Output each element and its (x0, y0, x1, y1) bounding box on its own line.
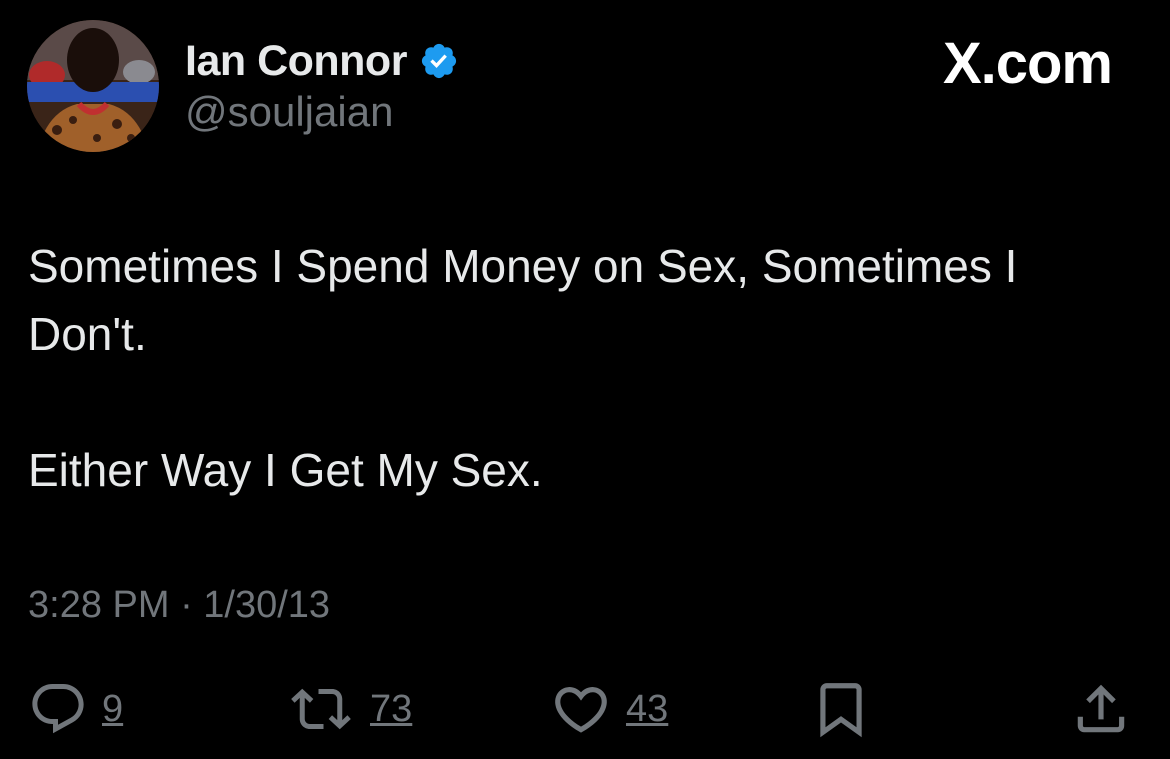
display-name[interactable]: Ian Connor (185, 37, 407, 86)
avatar[interactable] (27, 20, 159, 152)
bookmark-button[interactable] (810, 676, 872, 742)
repost-button[interactable]: 73 (286, 676, 412, 742)
like-icon (555, 687, 607, 733)
reply-button[interactable]: 9 (28, 676, 123, 742)
brand-logo: X.com (942, 31, 1113, 96)
share-icon (1077, 684, 1125, 733)
tweet-text: Sometimes I Spend Money on Sex, Sometime… (28, 240, 1018, 496)
reply-count[interactable]: 9 (102, 688, 123, 731)
author-name-row[interactable]: Ian Connor (185, 36, 459, 86)
verified-badge-icon (421, 43, 457, 79)
timestamp[interactable]: 3:28 PM · 1/30/13 (28, 584, 330, 627)
like-count[interactable]: 43 (626, 688, 668, 731)
share-button[interactable] (1070, 676, 1132, 742)
avatar-image (27, 20, 159, 152)
like-button[interactable]: 43 (550, 676, 668, 742)
bookmark-icon (820, 683, 862, 738)
action-bar: 9 73 43 (0, 676, 1170, 742)
repost-icon (291, 688, 351, 730)
reply-icon (32, 684, 84, 734)
repost-count[interactable]: 73 (370, 688, 412, 731)
handle[interactable]: @souljaian (185, 88, 393, 136)
